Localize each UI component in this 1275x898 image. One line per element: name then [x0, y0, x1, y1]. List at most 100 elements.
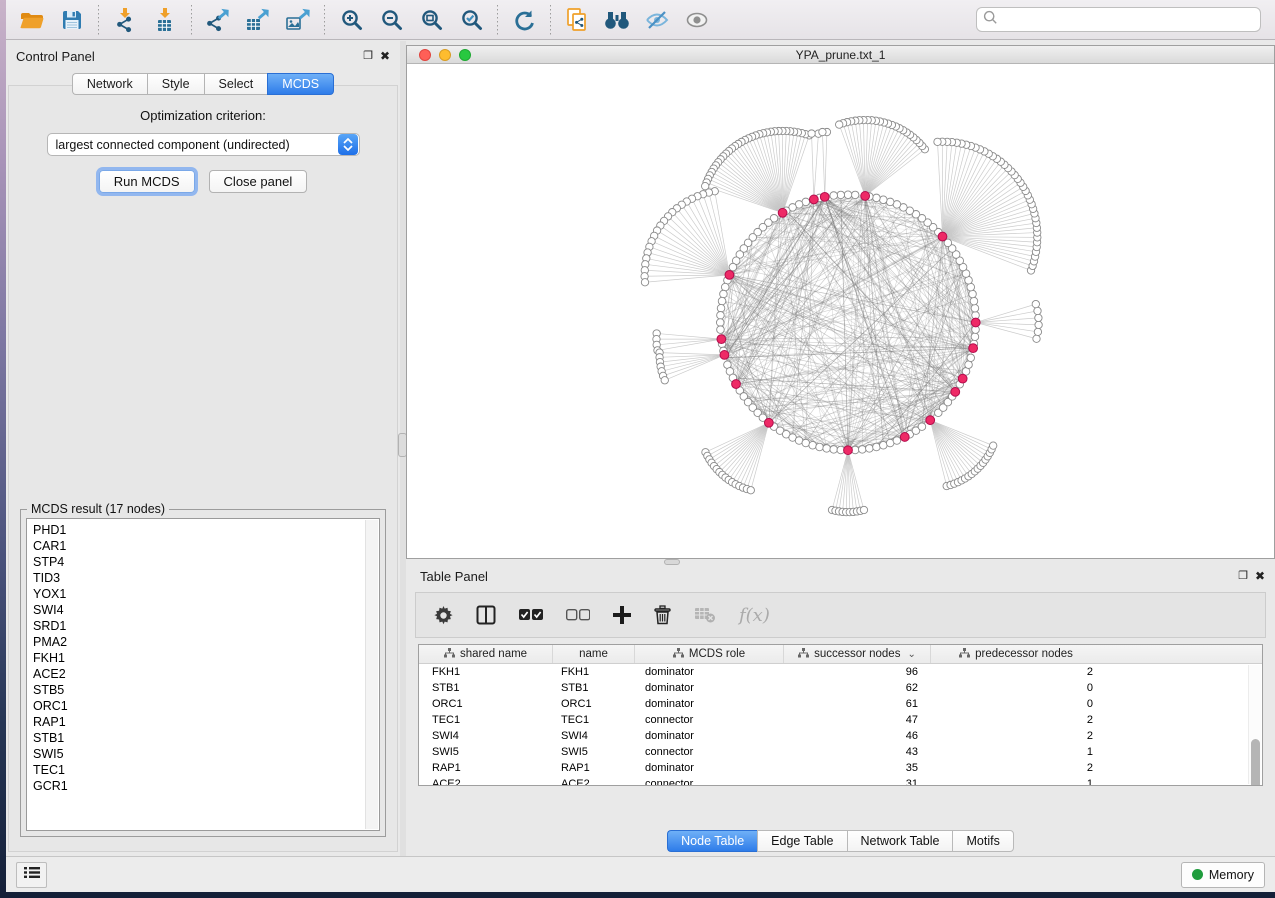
export-network-icon[interactable]	[198, 3, 238, 37]
mcds-result-item[interactable]: ORC1	[33, 698, 379, 714]
mcds-result-item[interactable]: YOX1	[33, 586, 379, 602]
open-session-icon[interactable]	[12, 3, 52, 37]
table-cell: FKH1	[553, 664, 635, 680]
mcds-result-item[interactable]: SRD1	[33, 618, 379, 634]
mcds-result-item[interactable]: RAP1	[33, 714, 379, 730]
table-cell: RAP1	[553, 760, 635, 776]
mcds-result-list[interactable]: PHD1CAR1STP4TID3YOX1SWI4SRD1PMA2FKH1ACE2…	[26, 518, 380, 831]
table-scrollbar[interactable]	[1248, 665, 1261, 784]
create-column-plus-icon[interactable]	[613, 606, 631, 624]
mcds-result-item[interactable]: CAR1	[33, 538, 379, 554]
search-binoculars-icon[interactable]	[597, 3, 637, 37]
save-session-icon[interactable]	[52, 3, 92, 37]
toolbar-separator	[98, 5, 99, 35]
mcds-result-item[interactable]: PHD1	[33, 522, 379, 538]
table-row[interactable]: SWI5SWI5connector431	[419, 744, 1248, 760]
table-row[interactable]: ORC1ORC1dominator610	[419, 696, 1248, 712]
delete-table-icon	[694, 607, 716, 623]
tab-node-table[interactable]: Node Table	[667, 830, 757, 852]
table-scrollbar-thumb[interactable]	[1251, 739, 1260, 786]
network-canvas[interactable]	[407, 64, 1274, 558]
memory-status-icon	[1192, 869, 1203, 880]
column-header-shared-name[interactable]: shared name	[419, 645, 553, 663]
mcds-result-item[interactable]: TID3	[33, 570, 379, 586]
column-header-predecessor-nodes[interactable]: predecessor nodes	[931, 645, 1101, 663]
control-panel-header: Control Panel ❐ ✖	[6, 41, 400, 67]
horizontal-splitter-handle[interactable]	[664, 559, 680, 565]
mcds-result-item[interactable]: ACE2	[33, 666, 379, 682]
mcds-result-item[interactable]: FKH1	[33, 650, 379, 666]
close-panel-icon[interactable]: ✖	[1255, 570, 1265, 582]
tab-select[interactable]: Select	[204, 73, 268, 95]
table-cell: RAP1	[419, 760, 553, 776]
criterion-select[interactable]: largest connected component (undirected)	[47, 133, 360, 156]
table-cell: STB1	[419, 680, 553, 696]
table-row[interactable]: FKH1FKH1dominator962	[419, 664, 1248, 680]
export-table-icon[interactable]	[238, 3, 278, 37]
table-cell: ORC1	[553, 696, 635, 712]
tab-edge-table[interactable]: Edge Table	[757, 830, 846, 852]
close-panel-button[interactable]: Close panel	[209, 170, 308, 193]
mcds-list-scrollbar[interactable]	[365, 520, 378, 829]
search-box[interactable]	[976, 7, 1261, 32]
mcds-result-item[interactable]: STP4	[33, 554, 379, 570]
table-row[interactable]: STB1STB1dominator620	[419, 680, 1248, 696]
import-table-icon[interactable]	[145, 3, 185, 37]
tab-network[interactable]: Network	[72, 73, 147, 95]
memory-button[interactable]: Memory	[1181, 862, 1265, 888]
panel-menu-button[interactable]	[16, 862, 47, 888]
mcds-result-item[interactable]: PMA2	[33, 634, 379, 650]
hide-selected-icon[interactable]	[637, 3, 677, 37]
search-icon	[983, 10, 998, 30]
toolbar-icon-group	[12, 3, 717, 37]
mcds-result-item[interactable]: SWI4	[33, 602, 379, 618]
mcds-result-item[interactable]: GCR1	[33, 778, 379, 794]
table-settings-gear-icon[interactable]	[434, 606, 453, 625]
deselect-all-checkboxes-icon[interactable]	[566, 609, 590, 621]
mcds-result-item[interactable]: STB1	[33, 730, 379, 746]
zoom-selected-icon[interactable]	[451, 3, 491, 37]
float-panel-icon[interactable]: ❐	[1238, 570, 1248, 582]
tab-network-table[interactable]: Network Table	[847, 830, 953, 852]
show-all-icon[interactable]	[677, 3, 717, 37]
float-panel-icon[interactable]: ❐	[363, 50, 373, 62]
table-cell: ACE2	[419, 776, 553, 785]
zoom-fit-icon[interactable]	[411, 3, 451, 37]
column-header-MCDS-role[interactable]: MCDS role	[635, 645, 784, 663]
table-cell: TEC1	[553, 712, 635, 728]
refresh-view-icon[interactable]	[504, 3, 544, 37]
table-cell: FKH1	[419, 664, 553, 680]
export-image-icon[interactable]	[278, 3, 318, 37]
close-panel-icon[interactable]: ✖	[380, 50, 390, 62]
mcds-tab-content: Optimization criterion: largest connecte…	[8, 85, 398, 852]
table-row[interactable]: RAP1RAP1dominator352	[419, 760, 1248, 776]
table-row[interactable]: TEC1TEC1connector472	[419, 712, 1248, 728]
mcds-result-item[interactable]: SWI5	[33, 746, 379, 762]
tab-mcds[interactable]: MCDS	[267, 73, 334, 95]
search-input[interactable]	[998, 13, 1254, 27]
import-network-icon[interactable]	[105, 3, 145, 37]
main-toolbar	[6, 0, 1275, 40]
tab-style[interactable]: Style	[147, 73, 204, 95]
table-row[interactable]: SWI4SWI4dominator462	[419, 728, 1248, 744]
table-row[interactable]: ACE2ACE2connector311	[419, 776, 1248, 785]
select-all-checkboxes-icon[interactable]	[519, 609, 543, 621]
column-header-name[interactable]: name	[553, 645, 635, 663]
table-cell: 0	[931, 680, 1101, 696]
table-cell: 62	[784, 680, 931, 696]
run-mcds-button[interactable]: Run MCDS	[99, 170, 195, 193]
zoom-in-icon[interactable]	[331, 3, 371, 37]
mcds-result-item[interactable]: TEC1	[33, 762, 379, 778]
network-graph	[407, 64, 1274, 558]
column-header-successor-nodes[interactable]: successor nodes⌄	[784, 645, 931, 663]
mcds-result-item[interactable]: STB5	[33, 682, 379, 698]
duplicate-network-icon[interactable]	[557, 3, 597, 37]
delete-column-trash-icon[interactable]	[654, 605, 671, 625]
toggle-columns-icon[interactable]	[476, 605, 496, 625]
table-cell: connector	[635, 776, 784, 785]
table-body[interactable]: FKH1FKH1dominator962STB1STB1dominator620…	[419, 664, 1248, 785]
tab-motifs[interactable]: Motifs	[952, 830, 1013, 852]
zoom-out-icon[interactable]	[371, 3, 411, 37]
select-stepper-icon	[338, 134, 358, 155]
table-panel-title: Table Panel	[420, 569, 488, 584]
